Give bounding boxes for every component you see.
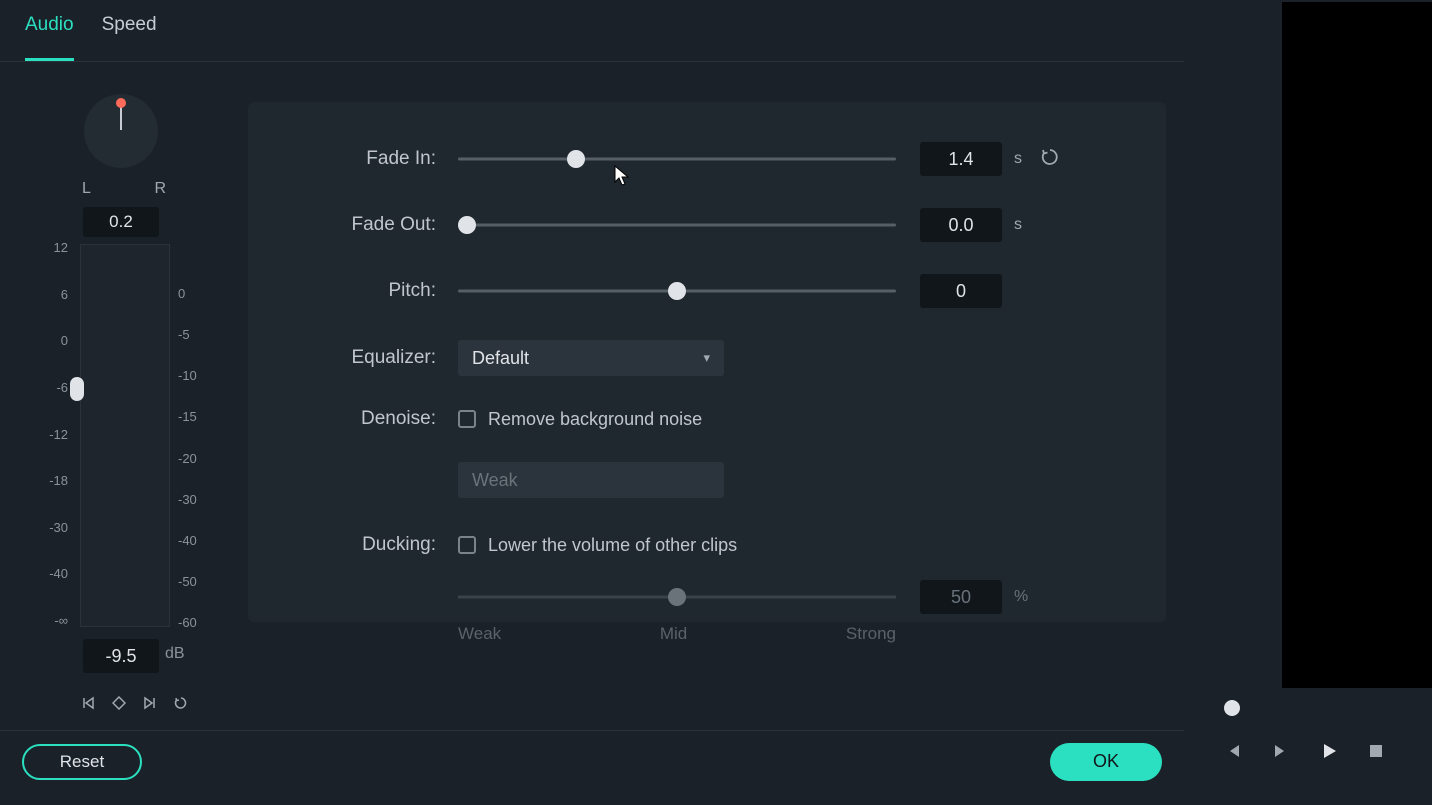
ducking-label: Ducking: (248, 534, 458, 556)
tab-bar: Audio Speed (0, 0, 1184, 62)
fade-in-unit: s (1014, 150, 1022, 168)
ducking-slider-row: 50 % (248, 580, 1138, 614)
reset-button[interactable]: Reset (22, 744, 142, 780)
step-back-icon[interactable] (1224, 742, 1242, 766)
equalizer-row: Equalizer: Default ▾ (248, 340, 1138, 376)
denoise-label: Denoise: (248, 408, 458, 430)
denoise-row: Denoise: Remove background noise (248, 408, 1138, 430)
keyframe-add-icon[interactable] (112, 696, 126, 715)
pan-indicator-dot (116, 98, 126, 108)
transport-controls (1224, 742, 1384, 766)
audio-settings-panel: Fade In: 1.4 s Fade Out: 0.0 s (248, 102, 1166, 622)
fade-in-label: Fade In: (248, 148, 458, 170)
ducking-mid-label: Mid (660, 624, 687, 644)
db-value[interactable]: -9.5 (83, 639, 159, 673)
denoise-check-label: Remove background noise (488, 409, 702, 430)
fade-out-slider[interactable] (458, 216, 896, 234)
denoise-strength-select: Weak (458, 462, 724, 498)
ducking-check-label: Lower the volume of other clips (488, 535, 737, 556)
keyframe-reset-icon[interactable] (174, 696, 188, 715)
keyframe-next-icon[interactable] (144, 696, 156, 715)
tab-speed[interactable]: Speed (102, 14, 157, 61)
keyframe-prev-icon[interactable] (82, 696, 94, 715)
ok-button[interactable]: OK (1050, 743, 1162, 781)
fade-in-row: Fade In: 1.4 s (248, 142, 1138, 176)
fade-in-reset-icon[interactable] (1040, 147, 1060, 172)
tab-audio[interactable]: Audio (25, 14, 74, 61)
ducking-value: 50 (920, 580, 1002, 614)
fade-out-row: Fade Out: 0.0 s (248, 208, 1138, 242)
stop-icon[interactable] (1368, 742, 1384, 766)
fade-out-value[interactable]: 0.0 (920, 208, 1002, 242)
fade-in-slider[interactable] (458, 150, 896, 168)
level-meter: 126 0-6 -12-18 -30-40 -∞ 0-5 -10-15 -20-… (38, 244, 206, 654)
meter-scale-left: 126 0-6 -12-18 -30-40 -∞ (38, 240, 68, 628)
meter-scale-right: 0-5 -10-15 -20-30 -40-50 -60 (178, 286, 206, 630)
denoise-checkbox[interactable] (458, 410, 476, 428)
ducking-checkbox[interactable] (458, 536, 476, 554)
pan-knob[interactable] (84, 94, 158, 168)
pitch-value[interactable]: 0 (920, 274, 1002, 308)
preview-scrub[interactable] (1224, 700, 1432, 720)
equalizer-label: Equalizer: (248, 347, 458, 369)
chevron-down-icon: ▾ (703, 350, 710, 366)
equalizer-dropdown[interactable]: Default ▾ (458, 340, 724, 376)
fade-out-unit: s (1014, 216, 1022, 234)
pan-right-label: R (154, 180, 166, 198)
pitch-label: Pitch: (248, 280, 458, 302)
preview-pane (1184, 0, 1432, 805)
fade-out-label: Fade Out: (248, 214, 458, 236)
ducking-unit: % (1014, 588, 1028, 606)
pitch-slider[interactable] (458, 282, 896, 300)
pitch-row: Pitch: 0 (248, 274, 1138, 308)
fade-in-value[interactable]: 1.4 (920, 142, 1002, 176)
meter-track[interactable] (80, 244, 170, 627)
meter-fader-handle[interactable] (70, 377, 84, 401)
pan-left-label: L (82, 180, 91, 198)
ducking-weak-label: Weak (458, 624, 501, 644)
pan-value[interactable]: 0.2 (83, 207, 159, 237)
ducking-slider (458, 588, 896, 606)
play-icon[interactable] (1320, 742, 1338, 766)
audio-meter-sidebar: L R 0.2 126 0-6 -12-18 -30-40 -∞ 0-5 -10… (0, 62, 248, 730)
equalizer-value: Default (472, 348, 529, 369)
ducking-strong-label: Strong (846, 624, 896, 644)
db-unit: dB (165, 645, 185, 663)
preview-video (1282, 2, 1432, 688)
ducking-row: Ducking: Lower the volume of other clips (248, 534, 1138, 556)
dialog-footer: Reset OK (0, 730, 1184, 792)
step-forward-icon[interactable] (1272, 742, 1290, 766)
